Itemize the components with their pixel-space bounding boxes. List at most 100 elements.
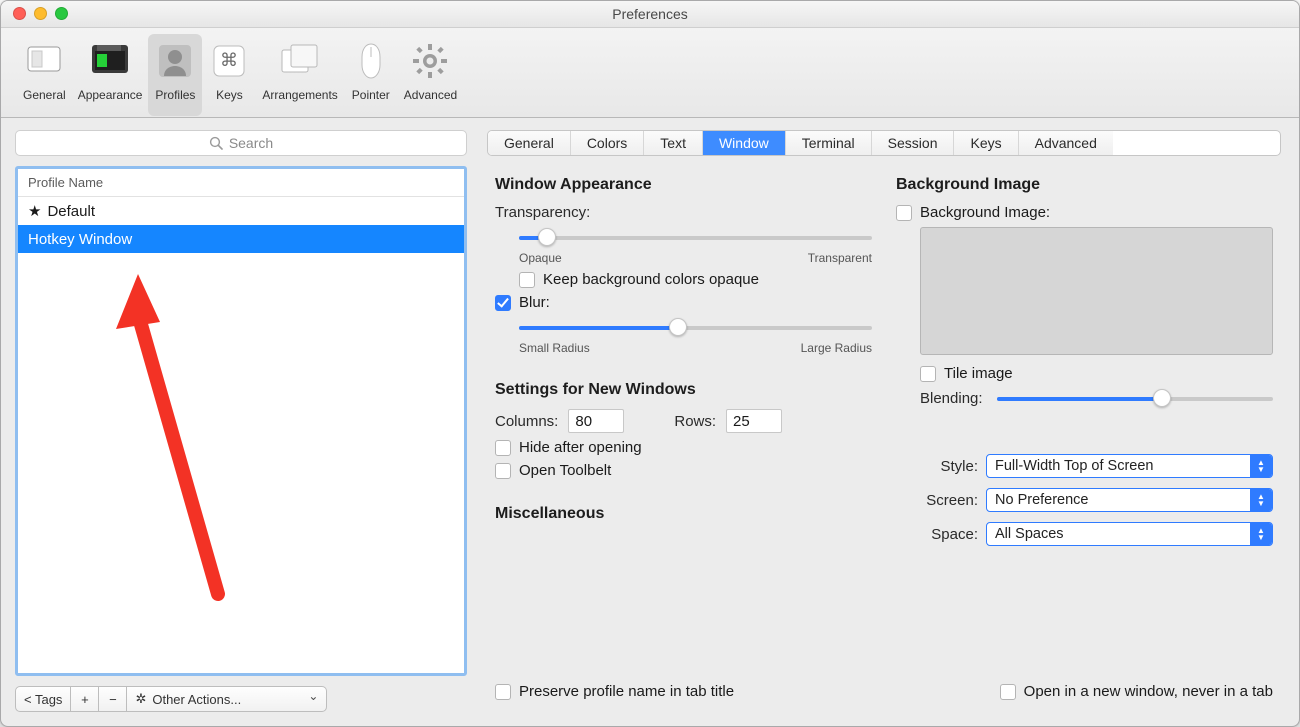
open-toolbelt-checkbox[interactable] <box>495 463 511 479</box>
tab-session[interactable]: Session <box>872 131 955 155</box>
space-label: Space: <box>896 526 978 543</box>
tab-window[interactable]: Window <box>703 131 786 155</box>
content-area: Search Profile Name ★ Default Hotkey Win… <box>1 118 1299 726</box>
minus-icon: − <box>109 692 117 707</box>
window-tab-panel: Window Appearance Transparency: Opaque T… <box>487 156 1281 679</box>
transparency-range-labels: Opaque Transparent <box>519 251 872 265</box>
blending-label: Blending: <box>920 390 983 407</box>
zoom-window-button[interactable] <box>55 7 68 20</box>
profiles-icon <box>154 40 196 82</box>
tab-label: Keys <box>970 135 1001 151</box>
toolbar-advanced[interactable]: Advanced <box>398 34 463 116</box>
traffic-lights <box>13 7 68 20</box>
profiles-sidebar: Search Profile Name ★ Default Hotkey Win… <box>15 130 467 712</box>
profile-row-label: Hotkey Window <box>28 231 132 248</box>
profile-row-default[interactable]: ★ Default <box>18 197 464 225</box>
remove-profile-button[interactable]: − <box>99 686 127 712</box>
profile-list: Profile Name ★ Default Hotkey Window <box>15 166 467 676</box>
style-select[interactable]: Full-Width Top of Screen ▲▼ <box>986 454 1273 478</box>
toolbar-profiles[interactable]: Profiles <box>148 34 202 116</box>
blur-slider[interactable] <box>519 317 872 337</box>
pointer-icon <box>350 40 392 82</box>
titlebar: Preferences <box>1 1 1299 28</box>
minimize-window-button[interactable] <box>34 7 47 20</box>
toolbar-arrangements-label: Arrangements <box>262 88 337 102</box>
tile-image-label: Tile image <box>944 365 1013 382</box>
blur-checkbox[interactable] <box>495 295 511 311</box>
toolbar-pointer[interactable]: Pointer <box>344 34 398 116</box>
transparency-max-label: Transparent <box>808 251 872 265</box>
pref-toolbar: General Appearance Profiles ⌘ Keys Arran… <box>1 28 1299 118</box>
toolbar-general[interactable]: General <box>17 34 72 116</box>
background-image-well[interactable] <box>920 227 1273 355</box>
other-actions-label: Other Actions... <box>152 692 241 707</box>
space-select[interactable]: All Spaces ▲▼ <box>986 522 1273 546</box>
tags-button-label: < Tags <box>24 692 62 707</box>
star-icon: ★ <box>28 202 41 220</box>
tab-advanced[interactable]: Advanced <box>1019 131 1113 155</box>
toolbar-profiles-label: Profiles <box>155 88 195 102</box>
tab-label: Window <box>719 135 769 151</box>
blending-slider[interactable] <box>997 388 1273 408</box>
plus-icon: + <box>81 692 89 707</box>
transparency-min-label: Opaque <box>519 251 562 265</box>
tab-label: Advanced <box>1035 135 1097 151</box>
profile-list-header: Profile Name <box>18 169 464 197</box>
space-value: All Spaces <box>995 526 1064 542</box>
close-window-button[interactable] <box>13 7 26 20</box>
tab-label: Session <box>888 135 938 151</box>
toolbar-arrangements[interactable]: Arrangements <box>256 34 343 116</box>
section-new-windows: Settings for New Windows <box>495 381 872 399</box>
open-new-window-checkbox[interactable] <box>1000 684 1016 700</box>
tab-colors[interactable]: Colors <box>571 131 644 155</box>
style-label: Style: <box>896 458 978 475</box>
preferences-window: Preferences General Appearance Profiles … <box>0 0 1300 727</box>
appearance-icon <box>89 40 131 82</box>
search-icon <box>209 136 223 150</box>
keep-bg-opaque-checkbox[interactable] <box>519 272 535 288</box>
svg-text:⌘: ⌘ <box>220 50 238 70</box>
blur-range-labels: Small Radius Large Radius <box>519 341 872 355</box>
tab-label: Terminal <box>802 135 855 151</box>
tab-keys[interactable]: Keys <box>954 131 1018 155</box>
rows-label: Rows: <box>674 413 716 430</box>
tab-label: Colors <box>587 135 627 151</box>
blur-min-label: Small Radius <box>519 341 590 355</box>
tile-image-checkbox[interactable] <box>920 366 936 382</box>
tags-button[interactable]: < Tags <box>15 686 71 712</box>
screen-select[interactable]: No Preference ▲▼ <box>986 488 1273 512</box>
keep-bg-opaque-label: Keep background colors opaque <box>543 271 759 288</box>
add-profile-button[interactable]: + <box>71 686 99 712</box>
profile-row-hotkey-window[interactable]: Hotkey Window <box>18 225 464 253</box>
tab-text[interactable]: Text <box>644 131 703 155</box>
blur-max-label: Large Radius <box>801 341 872 355</box>
profile-tabs: General Colors Text Window Terminal Sess… <box>487 130 1281 156</box>
section-window-appearance: Window Appearance <box>495 176 872 194</box>
screen-label: Screen: <box>896 492 978 509</box>
toolbar-appearance[interactable]: Appearance <box>72 34 149 116</box>
section-misc: Miscellaneous <box>495 505 872 523</box>
hide-after-opening-checkbox[interactable] <box>495 440 511 456</box>
tab-terminal[interactable]: Terminal <box>786 131 872 155</box>
preserve-name-label: Preserve profile name in tab title <box>519 683 734 700</box>
section-background-image: Background Image <box>896 176 1273 194</box>
profile-settings-panel: General Colors Text Window Terminal Sess… <box>483 130 1285 712</box>
search-placeholder: Search <box>229 135 273 151</box>
tab-general[interactable]: General <box>488 131 571 155</box>
search-input[interactable]: Search <box>15 130 467 156</box>
keys-icon: ⌘ <box>208 40 250 82</box>
preserve-name-checkbox[interactable] <box>495 684 511 700</box>
background-image-label: Background Image: <box>920 204 1050 221</box>
misc-row: Preserve profile name in tab title Open … <box>487 683 1281 708</box>
transparency-slider[interactable] <box>519 227 872 247</box>
arrangements-icon <box>279 40 321 82</box>
background-image-checkbox[interactable] <box>896 205 912 221</box>
rows-input[interactable]: 25 <box>726 409 782 433</box>
toolbar-keys[interactable]: ⌘ Keys <box>202 34 256 116</box>
toolbar-advanced-label: Advanced <box>404 88 457 102</box>
columns-input[interactable]: 80 <box>568 409 624 433</box>
other-actions-dropdown[interactable]: ✲ Other Actions... ⌄ <box>127 686 327 712</box>
toolbar-keys-label: Keys <box>216 88 243 102</box>
style-value: Full-Width Top of Screen <box>995 458 1154 474</box>
profile-list-controls: < Tags + − ✲ Other Actions... ⌄ <box>15 686 467 712</box>
